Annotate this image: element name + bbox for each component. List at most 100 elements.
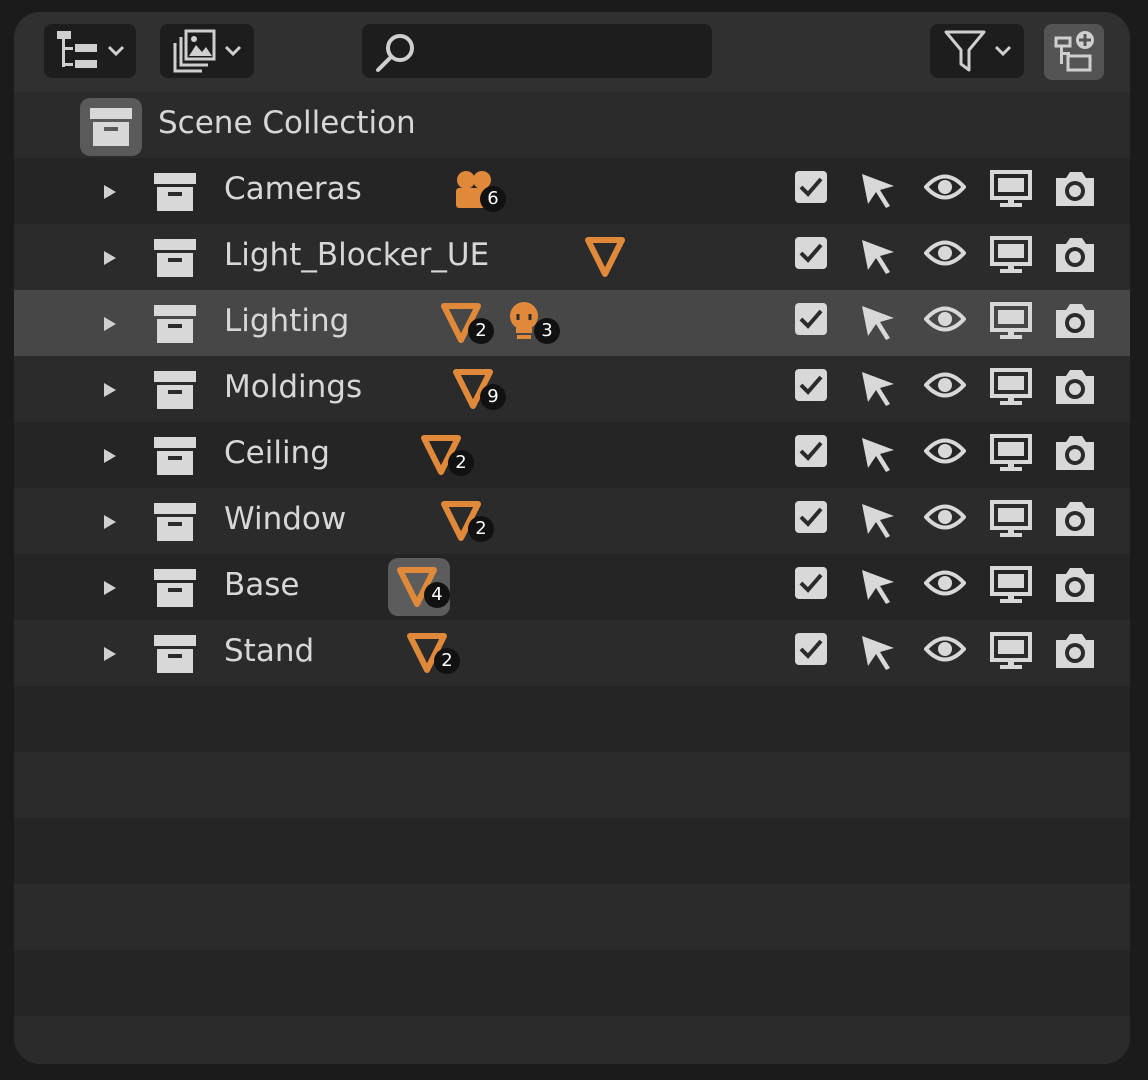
child-object-badge[interactable]: 2 [420,432,490,482]
select-arrow-icon[interactable] [858,500,898,540]
object-count: 2 [448,450,474,476]
checkbox-icon[interactable] [794,632,828,666]
scene-collection-row[interactable]: Scene Collection [14,92,1130,158]
checkbox-icon[interactable] [794,566,828,600]
expander[interactable] [100,578,120,602]
collection-icon [154,305,196,347]
camera-render-icon[interactable] [1054,632,1096,670]
collection-label: Lighting [224,303,350,339]
monitor-icon[interactable] [990,566,1032,604]
monitor-icon[interactable] [990,632,1032,670]
select-arrow-icon[interactable] [858,632,898,672]
camera-render-icon[interactable] [1054,368,1096,406]
eye-icon[interactable] [923,500,967,534]
child-object-badge[interactable]: 2 [440,300,510,350]
expand-arrow-icon[interactable] [100,512,120,532]
child-object-badge[interactable]: 2 [440,498,510,548]
expand-arrow-icon[interactable] [100,644,120,664]
camera-render-icon[interactable] [1054,566,1096,604]
filter-type-dropdown[interactable] [160,24,254,78]
collection-row[interactable]: Light_Blocker_UE [14,224,1130,290]
select-arrow-icon[interactable] [858,236,898,276]
expander[interactable] [100,380,120,404]
collection-row[interactable]: Cameras 6 [14,158,1130,224]
filter-dropdown[interactable] [930,24,1024,78]
collection-icon [154,371,196,413]
collection-row[interactable]: Base 4 [14,554,1130,620]
empty-row [14,818,1130,884]
collection-row[interactable]: Ceiling 2 [14,422,1130,488]
collection-row[interactable]: Lighting 2 3 [14,290,1130,356]
monitor-icon[interactable] [990,236,1032,274]
eye-icon[interactable] [923,368,967,402]
eye-icon[interactable] [923,566,967,600]
expander[interactable] [100,248,120,272]
expand-arrow-icon[interactable] [100,248,120,268]
monitor-icon[interactable] [990,170,1032,208]
expander[interactable] [100,314,120,338]
monitor-icon[interactable] [990,500,1032,538]
eye-icon[interactable] [923,632,967,666]
select-arrow-icon[interactable] [858,368,898,408]
collection-box-icon [154,173,196,211]
eye-icon[interactable] [923,236,967,270]
eye-icon[interactable] [923,170,967,204]
checkbox-icon[interactable] [794,236,828,270]
expander[interactable] [100,512,120,536]
camera-render-icon[interactable] [1054,302,1096,340]
select-arrow-icon[interactable] [858,170,898,210]
camera-render-icon[interactable] [1054,170,1096,208]
checkbox-icon[interactable] [794,302,828,336]
object-count: 2 [468,318,494,344]
expander[interactable] [100,644,120,668]
expand-arrow-icon[interactable] [100,446,120,466]
child-object-badge[interactable]: 4 [388,558,466,616]
collection-row[interactable]: Window 2 [14,488,1130,554]
child-object-badge[interactable]: 2 [406,630,476,680]
checkbox-icon[interactable] [794,368,828,402]
eye-icon[interactable] [923,434,967,468]
expander[interactable] [100,182,120,206]
chevron-down-icon [224,45,242,57]
collection-icon [154,635,196,677]
search-field[interactable] [362,24,712,78]
checkbox-icon[interactable] [794,170,828,204]
camera-render-icon[interactable] [1054,500,1096,538]
select-arrow-icon[interactable] [858,434,898,474]
chevron-down-icon [994,45,1012,57]
expand-arrow-icon[interactable] [100,182,120,202]
expand-arrow-icon[interactable] [100,578,120,598]
child-object-badge[interactable] [584,234,654,284]
collection-row[interactable]: Stand 2 [14,620,1130,686]
monitor-icon[interactable] [990,302,1032,340]
expander[interactable] [100,446,120,470]
child-object-badge[interactable]: 9 [452,366,522,416]
monitor-icon[interactable] [990,368,1032,406]
child-object-badge[interactable]: 6 [452,168,522,218]
collection-label: Moldings [224,369,363,405]
select-arrow-icon[interactable] [858,302,898,342]
select-arrow-icon[interactable] [858,566,898,606]
collection-label: Base [224,567,300,603]
search-input[interactable] [422,30,706,74]
mesh-object-icon [585,237,625,277]
camera-render-icon[interactable] [1054,434,1096,472]
collection-label: Ceiling [224,435,330,471]
collection-row[interactable]: Moldings 9 [14,356,1130,422]
collection-icon [154,569,196,611]
child-object-badge[interactable]: 3 [506,300,576,350]
scene-collection-icon-button[interactable] [80,98,142,156]
expand-arrow-icon[interactable] [100,380,120,400]
collection-icon [154,503,196,545]
monitor-icon[interactable] [990,434,1032,472]
camera-render-icon[interactable] [1054,236,1096,274]
collection-icon [154,239,196,281]
object-count: 6 [480,186,506,212]
eye-icon[interactable] [923,302,967,336]
display-mode-dropdown[interactable] [44,24,136,78]
checkbox-icon[interactable] [794,500,828,534]
expand-arrow-icon[interactable] [100,314,120,334]
checkbox-icon[interactable] [794,434,828,468]
chevron-down-icon [107,45,125,57]
new-collection-button[interactable] [1044,24,1104,80]
